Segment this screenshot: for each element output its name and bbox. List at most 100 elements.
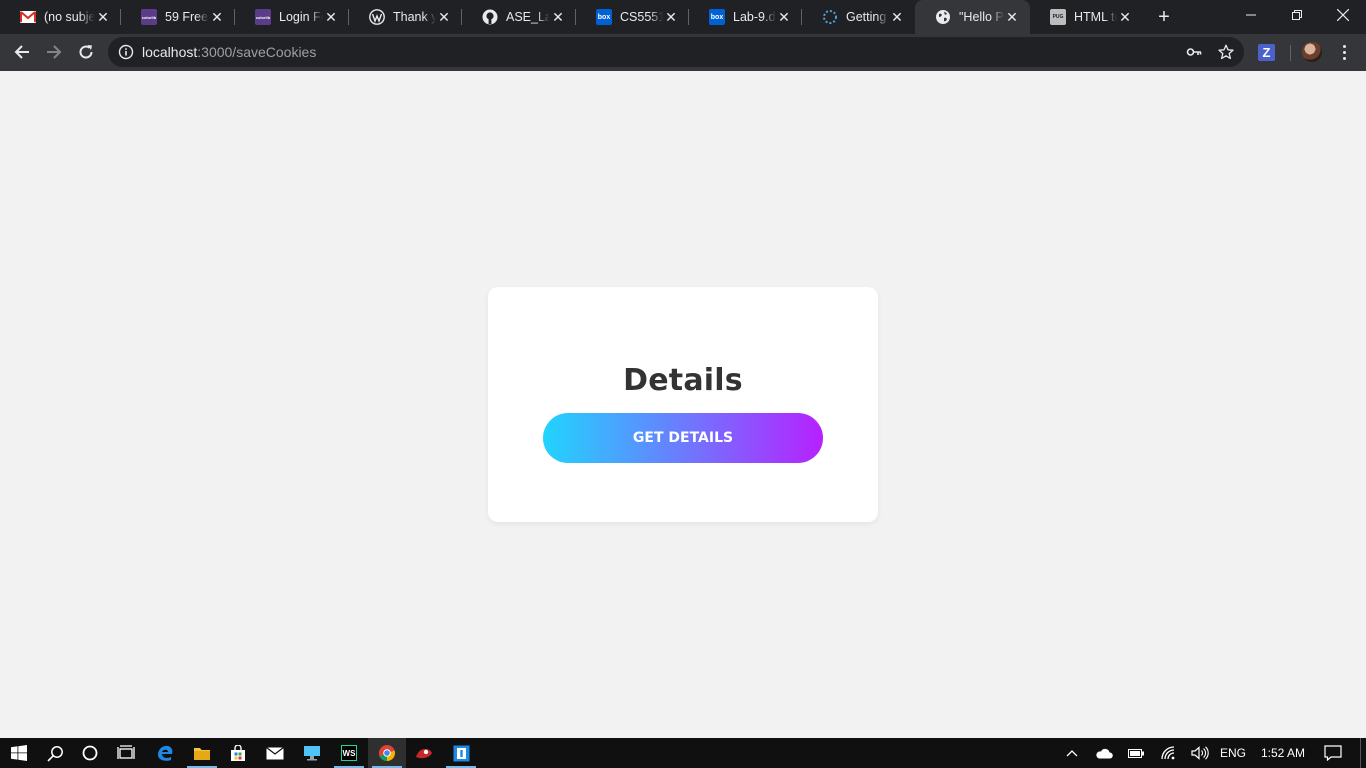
minimize-icon — [1246, 14, 1256, 16]
url-host: localhost — [142, 44, 198, 60]
key-icon[interactable] — [1184, 42, 1204, 62]
arrow-left-icon — [14, 45, 29, 59]
tab-hello-pug[interactable]: "Hello Pug" ✕ — [915, 0, 1030, 34]
cortana-button[interactable] — [71, 738, 109, 768]
restore-button[interactable] — [1274, 0, 1320, 30]
tab-title: Getting started — [846, 10, 889, 24]
start-button[interactable] — [0, 738, 38, 768]
url-path: :3000/saveCookies — [197, 44, 317, 60]
mail-icon — [266, 746, 284, 759]
gmail-icon — [20, 9, 36, 25]
window-app-icon — [453, 745, 469, 761]
notification-icon — [1324, 745, 1342, 761]
tab-cs5551[interactable]: box CS5551_ASE ✕ — [576, 0, 689, 34]
tab-thank-you[interactable]: Thank you ✕ — [349, 0, 462, 34]
github-icon — [482, 9, 498, 25]
page-viewport: Details GET DETAILS — [0, 71, 1366, 738]
tab-title: ASE_Lab9 — [506, 10, 550, 24]
profile-avatar[interactable] — [1302, 42, 1322, 62]
new-tab-button[interactable]: + — [1152, 5, 1176, 29]
task-view-button[interactable] — [107, 738, 145, 768]
cortana-icon — [82, 745, 98, 761]
tab-login-form[interactable]: colorlib Login Form v1 ✕ — [235, 0, 349, 34]
taskbar-app-blue[interactable] — [442, 738, 480, 768]
pug-icon: PUG — [1050, 9, 1066, 25]
onedrive-icon[interactable] — [1094, 738, 1114, 768]
close-tab-icon[interactable]: ✕ — [436, 9, 452, 26]
address-bar[interactable]: localhost:3000/saveCookies — [108, 37, 1244, 67]
tab-gmail[interactable]: (no subject) - Gmail ✕ — [0, 0, 121, 34]
tab-ase-lab[interactable]: ASE_Lab9 ✕ — [462, 0, 576, 34]
close-tab-icon[interactable]: ✕ — [1117, 9, 1133, 26]
taskbar-chrome[interactable] — [368, 738, 406, 768]
close-window-button[interactable] — [1320, 0, 1366, 30]
globe-icon — [935, 9, 951, 25]
language-indicator[interactable]: ENG — [1218, 738, 1248, 768]
taskbar-remote-desktop[interactable] — [293, 738, 331, 768]
close-tab-icon[interactable]: ✕ — [776, 9, 792, 26]
chrome-icon — [378, 745, 396, 762]
store-icon — [231, 744, 245, 761]
forward-button[interactable] — [40, 38, 68, 66]
tab-title: CS5551_ASE — [620, 10, 663, 24]
show-desktop-button[interactable] — [1360, 738, 1361, 768]
back-button[interactable] — [8, 38, 36, 66]
wifi-icon[interactable] — [1158, 738, 1180, 768]
close-tab-icon[interactable]: ✕ — [550, 9, 566, 26]
show-hidden-icons-button[interactable] — [1062, 738, 1082, 768]
close-tab-icon[interactable]: ✕ — [889, 9, 905, 26]
close-tab-icon[interactable]: ✕ — [209, 9, 225, 26]
monitor-icon — [304, 746, 320, 761]
tab-getting-started[interactable]: Getting started ✕ — [802, 0, 915, 34]
taskbar-edge[interactable] — [146, 738, 184, 768]
star-icon[interactable] — [1216, 42, 1236, 62]
tab-title: Thank you — [393, 10, 436, 24]
search-button[interactable] — [36, 738, 74, 768]
details-card: Details GET DETAILS — [488, 287, 878, 522]
chevron-up-icon — [1066, 750, 1078, 757]
clock[interactable]: 1:52 AM — [1256, 738, 1310, 768]
action-center-button[interactable] — [1320, 738, 1346, 768]
windows-logo-icon — [11, 745, 27, 761]
taskbar-store[interactable] — [219, 738, 257, 768]
info-icon[interactable] — [118, 44, 134, 60]
box-icon: box — [596, 9, 612, 25]
arrow-right-icon — [47, 45, 62, 59]
taskbar-mail[interactable] — [256, 738, 294, 768]
close-tab-icon[interactable]: ✕ — [663, 9, 679, 26]
edge-icon — [158, 745, 173, 761]
minimize-button[interactable] — [1228, 0, 1274, 30]
windows-taskbar: WS ENG 1:52 AM — [0, 738, 1366, 768]
reload-button[interactable] — [72, 38, 100, 66]
more-menu-icon[interactable] — [1334, 42, 1354, 62]
close-tab-icon[interactable]: ✕ — [95, 9, 111, 26]
folder-icon — [194, 748, 210, 760]
taskbar-app[interactable] — [405, 738, 443, 768]
restore-icon — [1292, 10, 1302, 20]
reload-icon — [79, 45, 93, 59]
tab-lab9-doc[interactable]: box Lab-9.docx ✕ — [689, 0, 802, 34]
tab-free-login-forms[interactable]: colorlib 59 Free HTML Login Forms ✕ — [121, 0, 235, 34]
battery-icon[interactable] — [1126, 738, 1146, 768]
tab-title: (no subject) - Gmail — [44, 10, 95, 24]
task-view-icon — [117, 745, 135, 759]
tab-title: Lab-9.docx — [733, 10, 776, 24]
close-tab-icon[interactable]: ✕ — [1004, 9, 1020, 26]
tab-title: "Hello Pug" — [959, 10, 1004, 24]
tab-html-to-pug[interactable]: PUG HTML to Pug ✕ — [1030, 0, 1143, 34]
tab-title: Login Form v1 — [279, 10, 323, 24]
box-icon: box — [709, 9, 725, 25]
search-icon — [46, 745, 63, 762]
taskbar-webstorm[interactable]: WS — [330, 738, 368, 768]
browser-toolbar: localhost:3000/saveCookies Z — [0, 34, 1366, 71]
extension-z-icon[interactable]: Z — [1258, 44, 1275, 61]
tab-title: HTML to Pug — [1074, 10, 1117, 24]
get-details-button[interactable]: GET DETAILS — [543, 413, 823, 463]
loading-icon — [822, 9, 838, 25]
tab-strip: (no subject) - Gmail ✕ colorlib 59 Free … — [0, 0, 1366, 34]
webstorm-icon: WS — [341, 745, 357, 761]
close-tab-icon[interactable]: ✕ — [323, 9, 339, 26]
volume-icon[interactable] — [1189, 738, 1211, 768]
url-text[interactable]: localhost:3000/saveCookies — [142, 44, 316, 60]
taskbar-file-explorer[interactable] — [183, 738, 221, 768]
